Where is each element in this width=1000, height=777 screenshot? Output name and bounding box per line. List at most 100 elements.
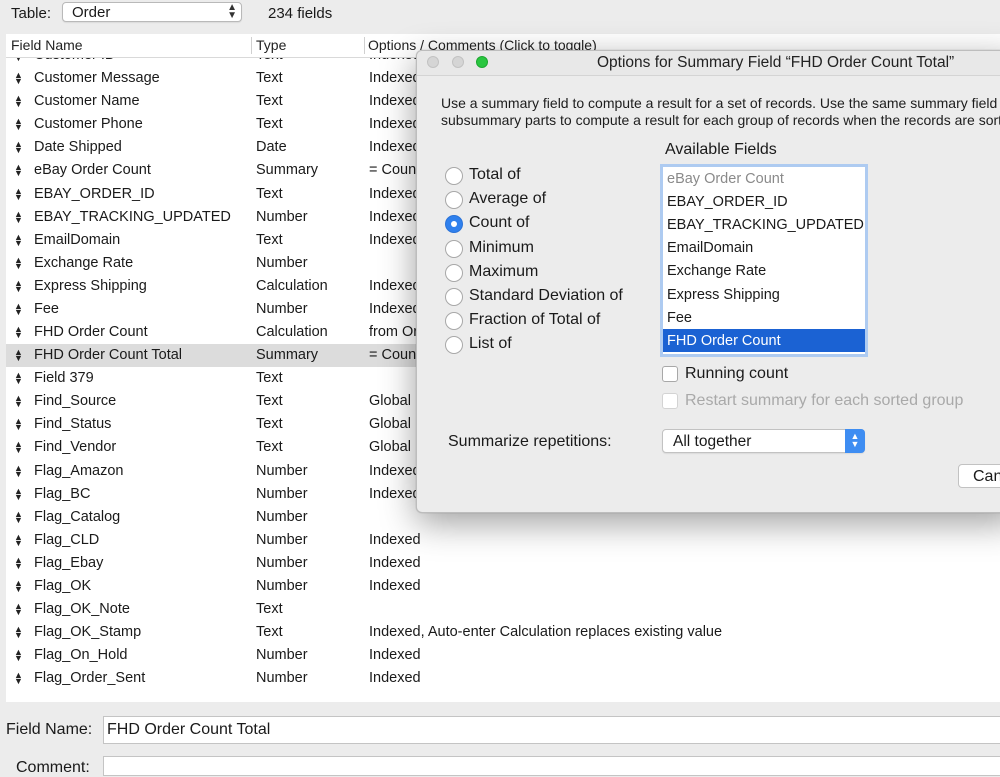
field-type-cell: Number [256, 508, 308, 525]
drag-handle-icon[interactable]: ▲▼ [14, 186, 23, 201]
list-item[interactable]: FHD Order Count [663, 328, 865, 352]
table-row[interactable]: ▲ ▼ Flag_OK_Stamp Text Indexed, Auto-enter C… [6, 621, 1000, 644]
checkbox-box[interactable] [662, 366, 678, 382]
field-type-cell: Number [256, 254, 308, 271]
field-type-cell: Number [256, 485, 308, 502]
list-item[interactable]: EmailDomain [663, 236, 865, 259]
radio-button[interactable] [445, 312, 463, 331]
column-divider[interactable] [251, 37, 252, 54]
drag-handle-icon[interactable]: ▲▼ [14, 140, 23, 155]
drag-handle-icon[interactable]: ▲▼ [14, 348, 23, 363]
radio-button[interactable] [445, 215, 463, 234]
close-window-button[interactable] [427, 56, 439, 68]
column-header-type[interactable]: Type [256, 37, 286, 53]
list-item-label: Fee [667, 309, 692, 326]
radio-label: Maximum [469, 262, 539, 280]
radio-button[interactable] [445, 336, 463, 355]
chevron-updown-icon: ▲ ▼ [845, 429, 865, 453]
list-item[interactable]: Exchange Rate [663, 259, 865, 282]
drag-handle-icon[interactable]: ▲▼ [14, 625, 23, 640]
drag-handle-icon[interactable]: ▲▼ [14, 232, 23, 247]
radio-label: Fraction of Total of [469, 311, 601, 329]
table-row[interactable]: ▲ ▼ Flag_OK_Note Text [6, 598, 1000, 621]
list-item[interactable]: EBAY_TRACKING_UPDATED [663, 213, 865, 236]
table-select[interactable]: Order ▲ ▼ [62, 2, 242, 22]
field-name-cell: Flag_OK_Note [34, 601, 130, 617]
field-name-cell: FHD Order Count Total [34, 347, 183, 364]
drag-handle-icon[interactable]: ▲▼ [14, 301, 23, 316]
field-type-cell: Number [256, 208, 308, 225]
drag-handle-icon[interactable]: ▲▼ [14, 671, 23, 686]
zoom-window-button[interactable] [476, 56, 488, 68]
field-name-cell: Flag_OK [34, 577, 92, 594]
drag-handle-icon[interactable]: ▲▼ [14, 325, 23, 340]
field-type-cell: Text [256, 231, 283, 248]
list-item-label: FHD Order Count [667, 332, 781, 349]
drag-handle-icon[interactable]: ▲▼ [14, 578, 23, 593]
field-name-cell: Flag_BC [34, 485, 91, 502]
drag-handle-icon[interactable]: ▲▼ [14, 209, 23, 224]
column-header-field-name[interactable]: Field Name [11, 37, 83, 53]
drag-handle-icon[interactable]: ▲▼ [14, 509, 23, 524]
chevron-updown-icon: ▲ ▼ [227, 2, 237, 21]
drag-handle-icon[interactable]: ▲▼ [14, 532, 23, 547]
table-row[interactable]: ▲ ▼ Flag_OK Number Indexed [6, 575, 1000, 598]
table-row[interactable]: ▲ ▼ Flag_Ebay Number Indexed [6, 552, 1000, 575]
drag-handle-icon[interactable]: ▲▼ [14, 278, 23, 293]
field-options-cell: Indexed [369, 670, 421, 687]
summarize-repetitions-select[interactable]: All together ▲ ▼ [662, 429, 865, 453]
radio-button[interactable] [445, 167, 463, 185]
field-type-cell: Number [256, 670, 308, 687]
table-row[interactable]: ▲ ▼ Flag_Order_Sent Number Indexed [6, 667, 1000, 690]
cancel-button[interactable]: Cancel [958, 464, 1000, 488]
available-fields-list[interactable]: eBay Order Count EBAY_ORDER_ID EBAY_TRACKI… [660, 164, 868, 357]
table-label: Table: [11, 5, 52, 22]
radio-label: List of [469, 335, 512, 353]
radio-button[interactable] [445, 288, 463, 306]
table-row[interactable]: ▲ ▼ Flag_CLD Number Indexed [6, 529, 1000, 552]
drag-handle-icon[interactable]: ▲▼ [14, 117, 23, 132]
list-item[interactable]: Express Shipping [663, 283, 865, 306]
field-name-cell: EmailDomain [34, 231, 121, 248]
field-count: 234 fields [268, 5, 333, 22]
drag-handle-icon[interactable]: ▲▼ [14, 648, 23, 663]
radio-button[interactable] [445, 239, 463, 258]
column-divider[interactable] [364, 37, 365, 54]
radio-button[interactable] [445, 263, 463, 282]
drag-handle-icon[interactable]: ▲▼ [14, 463, 23, 478]
minimize-window-button[interactable] [452, 56, 464, 68]
field-options-cell: Indexed [369, 231, 421, 248]
drag-handle-icon[interactable]: ▲▼ [14, 394, 23, 409]
drag-handle-icon[interactable]: ▲▼ [14, 602, 23, 617]
field-options-cell: Indexed, Auto-enter Calculation replaces… [369, 624, 723, 641]
field-options-cell: = Count [369, 162, 421, 179]
field-options-cell: Indexed [369, 462, 421, 479]
field-options-cell: Indexed [369, 139, 421, 156]
comment-input[interactable] [103, 756, 1000, 776]
drag-handle-icon[interactable]: ▲▼ [14, 440, 23, 455]
field-type-cell: Summary [256, 162, 319, 179]
drag-handle-icon[interactable]: ▲▼ [14, 163, 23, 178]
list-item[interactable]: Fee [663, 306, 865, 329]
drag-handle-icon[interactable]: ▲▼ [14, 255, 23, 270]
drag-handle-icon[interactable]: ▲▼ [14, 417, 23, 432]
drag-handle-icon[interactable]: ▲▼ [14, 486, 23, 501]
list-item[interactable]: EBAY_ORDER_ID [663, 190, 865, 213]
table-row[interactable]: ▲ ▼ Flag_On_Hold Number Indexed [6, 644, 1000, 667]
drag-handle-icon[interactable]: ▲▼ [14, 371, 23, 386]
drag-handle-icon[interactable]: ▲▼ [14, 94, 23, 109]
list-item-label: eBay Order Count [667, 171, 784, 187]
cancel-button-label: Cancel [973, 468, 1000, 485]
list-item[interactable]: eBay Order Count [663, 167, 865, 190]
list-item-label: EmailDomain [667, 240, 754, 257]
drag-handle-icon[interactable]: ▲▼ [14, 71, 23, 86]
restart-summary-label: Restart summary for each sorted group [685, 392, 964, 409]
radio-label: Standard Deviation of [469, 287, 623, 304]
drag-handle-icon[interactable]: ▲▼ [14, 555, 23, 570]
running-count-label: Running count [685, 365, 789, 382]
field-name-input[interactable]: FHD Order Count Total [103, 716, 1000, 744]
field-options-cell: Indexed [369, 185, 421, 202]
radio-label: Count of [469, 214, 530, 232]
radio-button[interactable] [445, 191, 463, 210]
field-type-cell: Number [256, 554, 308, 571]
